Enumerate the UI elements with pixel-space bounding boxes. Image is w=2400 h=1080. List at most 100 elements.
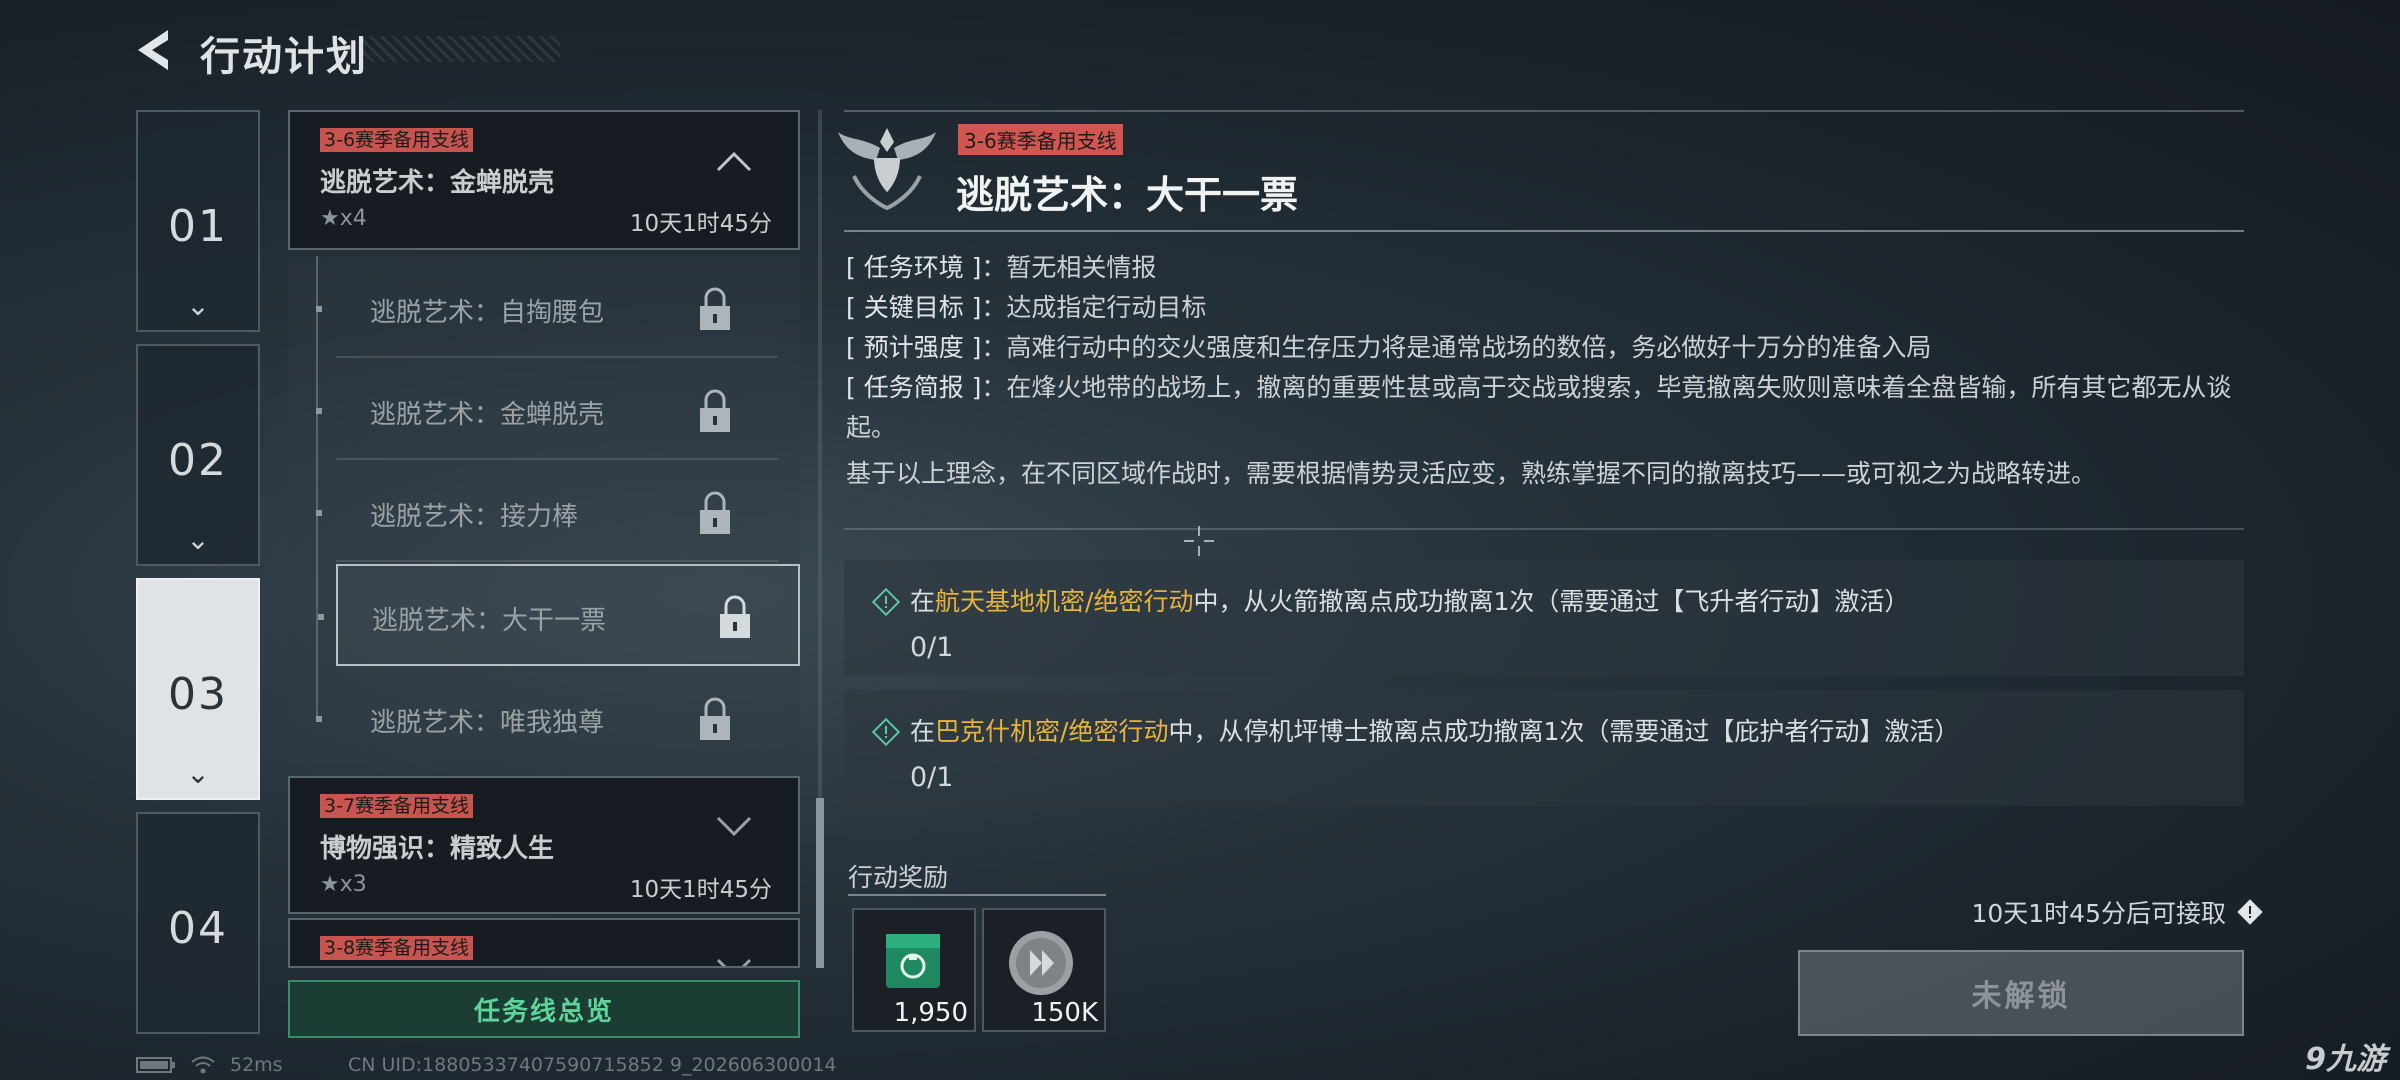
sub-mission-label: 逃脱艺术：接力棒: [370, 502, 579, 532]
objective-diamond-icon: [872, 588, 900, 616]
star-count: ★x3: [320, 872, 367, 897]
unlock-hint: 10天1时45分后可接取: [1971, 894, 2264, 930]
chevron-down-icon: ⌄: [186, 289, 210, 322]
objective-card: 在航天基地机密/绝密行动中，从火箭撤离点成功撤离1次（需要通过【飞升者行动】激活…: [844, 560, 2244, 676]
info-key: [ 任务简报 ]: [846, 373, 982, 402]
detail-top-divider: [844, 110, 2244, 112]
chapter-tab-01[interactable]: 01 ⌄: [136, 110, 260, 332]
title-decoration: [360, 36, 560, 62]
sub-mission-label: 逃脱艺术：大干一票: [372, 606, 607, 636]
objective-highlight: 巴克什机密/绝密行动: [935, 717, 1169, 746]
detail-title: 逃脱艺术：大干一票: [956, 173, 1299, 217]
reward-amount: 150K: [1031, 998, 1098, 1028]
detail-season-tag: 3-6赛季备用支线: [958, 124, 1123, 155]
status-bar: 52ms: [136, 1054, 283, 1076]
reward-item[interactable]: 1,950: [852, 908, 976, 1032]
watermark-logo: 9九游: [2305, 1042, 2386, 1077]
battery-icon: [136, 1057, 175, 1073]
sub-mission-item[interactable]: 逃脱艺术：金蝉脱壳: [316, 360, 778, 460]
chevron-up-icon: [716, 151, 752, 172]
info-key: [ 任务环境 ]: [846, 253, 982, 282]
sub-mission-label: 逃脱艺术：唯我独尊: [370, 708, 605, 738]
info-value: 高难行动中的交火强度和生存压力将是通常战场的数倍，务必做好十万分的准备入局: [1006, 333, 1932, 362]
star-count: ★x4: [320, 206, 367, 231]
ping-value: 52ms: [230, 1054, 283, 1076]
lock-icon: [700, 389, 730, 432]
objective-suffix: 中，从停机坪博士撤离点成功撤离1次（需要通过【庇护者行动】激活）: [1168, 717, 1960, 746]
tree-dot: [316, 408, 322, 414]
sub-mission-label: 逃脱艺术：自掏腰包: [370, 298, 605, 328]
objective-highlight: 航天基地机密/绝密行动: [935, 587, 1194, 616]
info-environment: [ 任务环境 ]：暂无相关情报: [846, 253, 1157, 282]
chapter-number: 01: [168, 200, 228, 252]
objective-prefix: 在: [910, 587, 936, 616]
sub-mission-label: 逃脱艺术：金蝉脱壳: [370, 400, 605, 430]
scrollbar-thumb[interactable]: [816, 798, 824, 968]
objective-progress: 0/1: [910, 762, 954, 793]
info-key: [ 预计强度 ]: [846, 333, 982, 362]
chapter-tab-02[interactable]: 02 ⌄: [136, 344, 260, 566]
page-title: 行动计划: [200, 34, 368, 80]
sub-mission-item[interactable]: 逃脱艺术：自掏腰包: [316, 258, 778, 358]
chevron-down-icon: ⌄: [186, 523, 210, 556]
mission-line-name: 博物强识：精致人生: [320, 834, 555, 864]
unlock-hint-text: 10天1时45分后可接取: [1971, 899, 2226, 928]
time-remaining: 10天1时45分: [629, 211, 772, 237]
lock-icon: [720, 595, 750, 638]
objective-suffix: 中，从火箭撤离点成功撤离1次（需要通过【飞升者行动】激活）: [1193, 587, 1910, 616]
info-value: 在烽火地带的战场上，撤离的重要性甚或高于交战或搜索，毕竟撤离失败则意味着全盘皆输…: [846, 373, 2232, 442]
info-divider: [844, 528, 2244, 530]
sub-mission-item-selected[interactable]: 逃脱艺术：大干一票: [318, 564, 800, 666]
sub-mission-item[interactable]: 逃脱艺术：唯我独尊: [316, 668, 778, 768]
info-intensity: [ 预计强度 ]：高难行动中的交火强度和生存压力将是通常战场的数倍，务必做好十万…: [846, 333, 1932, 362]
chapter-tab-04[interactable]: 04: [136, 812, 260, 1034]
info-briefing: [ 任务简报 ]：在烽火地带的战场上，撤离的重要性甚或高于交战或搜索，毕竟撤离失…: [846, 373, 2232, 442]
season-tag: 3-6赛季备用支线: [320, 128, 474, 152]
chapter-tab-03[interactable]: 03 ⌄: [136, 578, 260, 800]
tree-dot: [316, 306, 322, 312]
reward-item[interactable]: 150K: [982, 908, 1106, 1032]
tree-dot: [316, 510, 322, 516]
chevron-down-icon: ⌄: [186, 757, 210, 790]
objective-text: 在航天基地机密/绝密行动中，从火箭撤离点成功撤离1次（需要通过【飞升者行动】激活…: [910, 582, 1909, 618]
crosshair-icon: [1184, 526, 1214, 556]
mission-line-name: 逃脱艺术：金蝉脱壳: [320, 168, 555, 198]
wifi-icon: [191, 1056, 215, 1074]
tree-dot: [316, 716, 322, 722]
mission-overview-button[interactable]: 任务线总览: [288, 980, 800, 1038]
info-key: [ 关键目标 ]: [846, 293, 982, 322]
mission-line-2[interactable]: 3-7赛季备用支线 博物强识：精致人生 ★x3 10天1时45分: [288, 776, 800, 914]
info-value: 暂无相关情报: [1006, 253, 1157, 282]
reward-amount: 1,950: [893, 998, 968, 1028]
back-arrow-icon: [138, 30, 168, 70]
lock-icon: [700, 491, 730, 534]
objective-progress: 0/1: [910, 632, 954, 663]
objective-text: 在巴克什机密/绝密行动中，从停机坪博士撤离点成功撤离1次（需要通过【庇护者行动】…: [910, 712, 1959, 748]
chevron-down-icon: [716, 958, 752, 966]
user-uid: CN UID:18805337407590715852 9_2026063000…: [348, 1054, 837, 1076]
lock-icon: [700, 697, 730, 740]
mission-line-1[interactable]: 3-6赛季备用支线 逃脱艺术：金蝉脱壳 ★x4 10天1时45分: [288, 110, 800, 250]
season-tag: 3-8赛季备用支线: [320, 936, 474, 960]
chapter-number: 03: [168, 668, 228, 720]
objective-prefix: 在: [910, 717, 936, 746]
mission-line-3[interactable]: 3-8赛季备用支线: [288, 918, 800, 968]
tree-connector: [316, 256, 318, 716]
chapter-number: 02: [168, 434, 228, 486]
lock-icon: [700, 287, 730, 330]
info-value: 达成指定行动目标: [1006, 293, 1207, 322]
back-button[interactable]: [132, 24, 176, 76]
objective-card: 在巴克什机密/绝密行动中，从停机坪博士撤离点成功撤离1次（需要通过【庇护者行动】…: [844, 690, 2244, 806]
info-diamond-icon[interactable]: [2236, 898, 2264, 926]
objective-diamond-icon: [872, 718, 900, 746]
info-goal: [ 关键目标 ]：达成指定行动目标: [846, 293, 1207, 322]
unlock-button[interactable]: 未解锁: [1798, 950, 2244, 1036]
sub-mission-item[interactable]: 逃脱艺术：接力棒: [316, 462, 778, 562]
silver-coin-icon: [1009, 931, 1073, 995]
info-briefing-extra: 基于以上理念，在不同区域作战时，需要根据情势灵活应变，熟练掌握不同的撤离技巧——…: [846, 459, 2097, 488]
tree-dot: [318, 614, 324, 620]
detail-divider: [844, 230, 2244, 232]
season-tag: 3-7赛季备用支线: [320, 794, 474, 818]
chapter-number: 04: [168, 902, 228, 954]
eagle-emblem-icon: [838, 128, 936, 211]
